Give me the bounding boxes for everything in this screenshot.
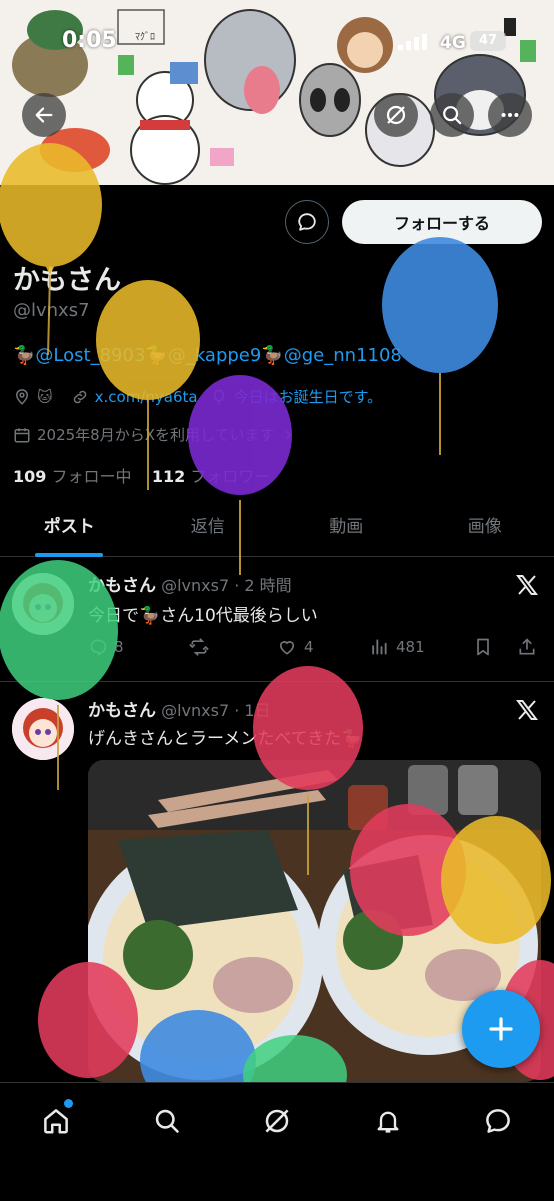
tab-replies[interactable]: 返信	[139, 500, 278, 556]
profile-tabs: ポスト 返信 動画 画像	[0, 500, 554, 557]
post-header: かもさん @lvnxs7 · 1日	[88, 696, 271, 721]
nav-notifications[interactable]	[368, 1101, 408, 1141]
status-time: 0:05	[62, 28, 117, 53]
views-icon	[368, 637, 390, 657]
grok-icon	[262, 1106, 292, 1136]
post-meta: @lvnxs7 · 2 時間	[161, 576, 292, 595]
duck-emoji: 🦆	[261, 345, 283, 366]
search-icon	[153, 1107, 181, 1135]
chat-bubble-icon	[296, 211, 318, 233]
reply-count: 8	[114, 638, 124, 656]
profile-name: かもさん	[13, 258, 121, 297]
post-text: げんきさんとラーメンたべてきた🦆	[88, 724, 362, 749]
signal-icon	[398, 34, 428, 50]
grok-icon	[384, 103, 408, 127]
bio-mention-3[interactable]: @ge_nn1108	[284, 345, 402, 366]
bio-mention-2[interactable]: @_kappe9	[168, 345, 262, 366]
post-meta: @lvnxs7 · 1日	[161, 701, 270, 720]
followers-label: フォロワー	[190, 467, 270, 486]
post-header: かもさん @lvnxs7 · 2 時間	[88, 571, 292, 596]
search-icon	[441, 104, 463, 126]
avatar[interactable]	[12, 698, 74, 760]
more-icon	[499, 104, 521, 126]
post-item[interactable]: かもさん @lvnxs7 · 2 時間 今日で🦆さん10代最後らしい 8 4 4…	[0, 557, 554, 682]
website-link[interactable]: x.com/nya6ta	[95, 388, 198, 406]
notification-dot	[64, 1099, 73, 1108]
view-count: 481	[396, 638, 425, 656]
repost-icon	[188, 637, 210, 657]
post-actions: 8 4 481	[88, 637, 543, 657]
link-icon	[71, 388, 89, 406]
bookmark-icon[interactable]	[473, 637, 493, 657]
joined-text: 2025年8月からXを利用しています	[37, 424, 275, 445]
location-text: 🐱	[37, 388, 53, 406]
nav-home[interactable]	[36, 1101, 76, 1141]
location-icon	[13, 388, 31, 406]
avatar[interactable]	[12, 573, 74, 635]
tab-videos[interactable]: 動画	[277, 500, 416, 556]
back-button[interactable]	[22, 93, 66, 137]
heart-icon	[276, 637, 298, 657]
x-logo-icon[interactable]	[515, 573, 539, 597]
follow-button[interactable]: フォローする	[342, 200, 542, 244]
tab-media[interactable]: 画像	[416, 500, 554, 556]
calendar-icon	[13, 426, 31, 444]
bottom-navigation	[0, 1082, 554, 1201]
tab-posts[interactable]: ポスト	[0, 500, 139, 556]
profile-handle: @lvnxs7	[13, 300, 90, 321]
compose-button[interactable]	[462, 990, 540, 1068]
following-label: フォロー中	[52, 467, 132, 486]
balloon-yellow	[96, 280, 200, 490]
battery-level: 47	[479, 33, 497, 48]
profile-meta-row: 🐱 x.com/nya6ta 今日はお誕生日です。	[13, 386, 382, 407]
joined-row[interactable]: 2025年8月からXを利用しています	[13, 424, 295, 445]
post-text: 今日で🦆さん10代最後らしい	[88, 601, 318, 626]
post-author[interactable]: かもさん	[88, 701, 156, 721]
arrow-left-icon	[33, 104, 55, 126]
plus-icon	[486, 1014, 516, 1044]
post-author[interactable]: かもさん	[88, 576, 156, 596]
chat-bubble-icon	[483, 1106, 513, 1136]
grok-button[interactable]	[374, 93, 418, 137]
nav-search[interactable]	[147, 1101, 187, 1141]
following-link[interactable]: 109 フォロー中	[13, 467, 132, 486]
battery-icon: 47	[470, 31, 506, 51]
followers-link[interactable]: 112 フォロワー	[152, 467, 271, 486]
home-icon	[41, 1106, 71, 1136]
repost-button[interactable]	[188, 637, 276, 657]
bio-mention-1[interactable]: @Lost_8903	[35, 345, 145, 366]
profile-bio: 🦆@Lost_8903🦆@_kappe9🦆@ge_nn1108	[13, 345, 402, 366]
like-button[interactable]: 4	[276, 637, 368, 657]
share-icon[interactable]	[517, 637, 537, 657]
follow-counts: 109 フォロー中 112 フォロワー	[13, 463, 270, 487]
birthday-text: 今日はお誕生日です。	[234, 386, 383, 407]
followers-count: 112	[152, 467, 185, 486]
nav-messages[interactable]	[478, 1101, 518, 1141]
network-type: 4G	[440, 33, 466, 53]
avatar-image	[12, 573, 74, 635]
status-bar: 0:05 4G 47	[0, 0, 554, 60]
reply-button[interactable]: 8	[88, 637, 188, 657]
duck-emoji: 🦆	[13, 345, 35, 366]
x-logo-icon[interactable]	[515, 698, 539, 722]
search-button[interactable]	[430, 93, 474, 137]
like-count: 4	[304, 638, 314, 656]
message-button[interactable]	[285, 200, 329, 244]
views-button[interactable]: 481	[368, 637, 473, 657]
avatar-image	[12, 698, 74, 760]
more-button[interactable]	[488, 93, 532, 137]
following-count: 109	[13, 467, 46, 486]
reply-icon	[88, 637, 108, 657]
duck-emoji: 🦆	[145, 345, 167, 366]
chevron-right-icon	[281, 428, 295, 442]
nav-grok[interactable]	[257, 1101, 297, 1141]
balloon-icon	[210, 388, 228, 406]
bell-icon	[374, 1107, 402, 1135]
